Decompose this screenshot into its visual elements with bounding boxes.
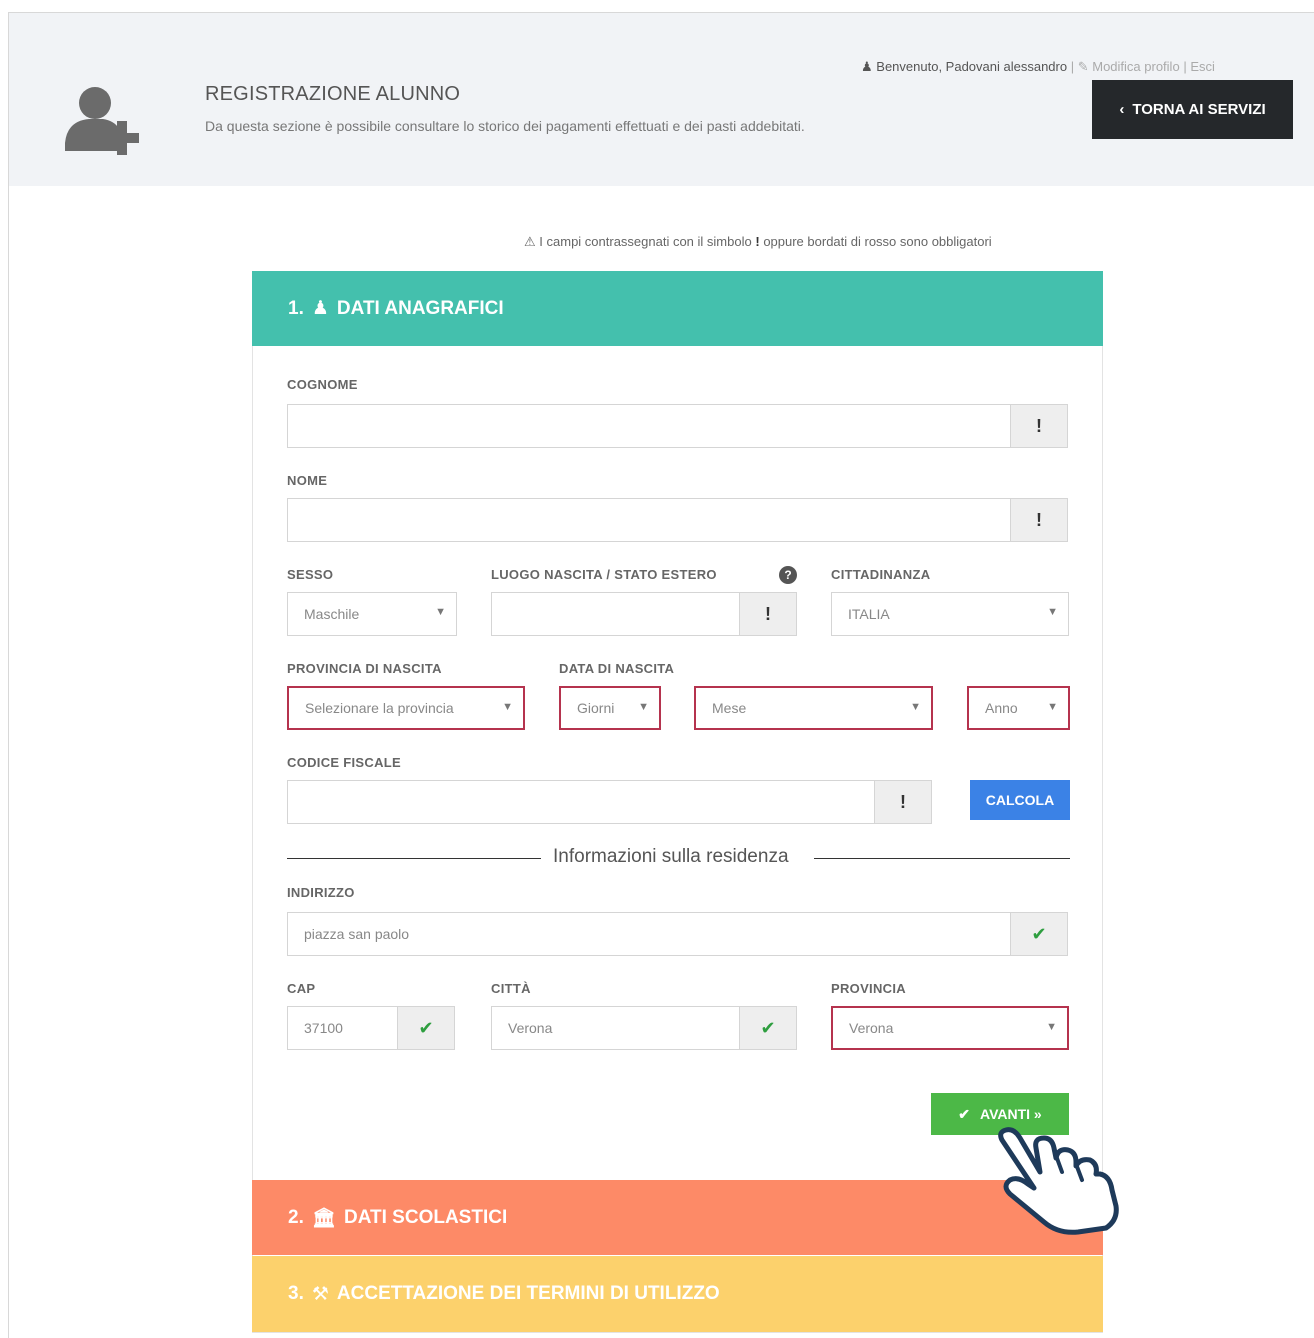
check-icon: ✔: [760, 1017, 776, 1038]
required-note-prefix: I campi contrassegnati con il simbolo: [539, 234, 752, 249]
cap-valid-addon: ✔: [397, 1006, 455, 1050]
cap-input[interactable]: [304, 1007, 398, 1049]
caret-down-icon: ▼: [435, 606, 446, 618]
citta-input[interactable]: [508, 1007, 740, 1049]
sesso-label: SESSO: [287, 567, 334, 582]
caret-down-icon: ▼: [1047, 606, 1058, 618]
cittadinanza-value: ITALIA: [848, 606, 890, 622]
codice-fiscale-field[interactable]: [287, 780, 876, 824]
edit-profile-link[interactable]: Modifica profilo: [1092, 59, 1179, 74]
citta-label: CITTÀ: [491, 981, 531, 996]
pointing-hand-icon: [998, 1127, 1119, 1235]
codice-fiscale-required-addon: !: [874, 780, 932, 824]
caret-down-icon: ▼: [1047, 701, 1058, 713]
giorno-value: Giorni: [577, 700, 615, 716]
giorno-select[interactable]: Giorni ▼: [559, 686, 661, 730]
luogo-input[interactable]: [508, 593, 740, 635]
section-number: 3.: [288, 1283, 304, 1304]
cittadinanza-label: CITTADINANZA: [831, 567, 931, 582]
section-title: DATI SCOLASTICI: [343, 1206, 508, 1228]
residence-title: Informazioni sulla residenza: [553, 846, 789, 867]
mese-select[interactable]: Mese ▼: [694, 686, 933, 730]
person-icon: ♟: [311, 298, 329, 319]
codice-fiscale-input[interactable]: [304, 781, 875, 823]
indirizzo-input[interactable]: [304, 913, 1010, 955]
check-icon: ✔: [958, 1105, 970, 1122]
residence-divider: Informazioni sulla residenza: [287, 846, 1070, 870]
required-note-suffix: oppure bordati di rosso sono obbligatori: [763, 234, 992, 249]
check-icon: ✔: [1031, 923, 1047, 944]
indirizzo-label: INDIRIZZO: [287, 885, 355, 900]
anno-select[interactable]: Anno ▼: [967, 686, 1070, 730]
page-title: REGISTRAZIONE ALUNNO: [205, 83, 461, 105]
back-to-services-label: TORNA AI SERVIZI: [1132, 101, 1266, 118]
cognome-field[interactable]: [287, 404, 1011, 448]
required-fields-note: ⚠ I campi contrassegnati con il simbolo …: [524, 234, 992, 250]
citta-valid-addon: ✔: [739, 1006, 797, 1050]
citta-field[interactable]: [491, 1006, 741, 1050]
back-to-services-button[interactable]: ‹ TORNA AI SERVIZI: [1092, 80, 1293, 139]
sesso-value: Maschile: [304, 606, 360, 622]
page-header: REGISTRAZIONE ALUNNO Da questa sezione è…: [9, 13, 1314, 186]
user-bar: ♟ Benvenuto, Padovani alessandro | ✎ Mod…: [861, 59, 1215, 74]
mese-value: Mese: [712, 700, 747, 716]
section-number: 2.: [288, 1206, 304, 1228]
section-title: DATI ANAGRAFICI: [336, 297, 504, 319]
help-icon[interactable]: ?: [779, 566, 797, 584]
provincia-nascita-value: Selezionare la provincia: [305, 700, 454, 716]
institution-icon: 🏛: [311, 1207, 336, 1229]
caret-down-icon: ▼: [502, 701, 513, 713]
codice-fiscale-label: CODICE FISCALE: [287, 755, 401, 770]
cittadinanza-select[interactable]: ITALIA ▼: [831, 592, 1069, 636]
warning-icon: ⚠: [524, 234, 536, 249]
welcome-text: Benvenuto, Padovani alessandro: [876, 59, 1068, 74]
chevron-left-icon: ‹: [1119, 101, 1125, 118]
nome-input[interactable]: [304, 499, 1010, 541]
user-icon: ♟: [861, 59, 873, 74]
luogo-required-addon: !: [739, 592, 797, 636]
section-number: 1.: [288, 297, 304, 319]
page-subtitle: Da questa sezione è possibile consultare…: [205, 118, 805, 134]
check-icon: ✔: [418, 1017, 434, 1038]
provincia-label: PROVINCIA: [831, 981, 906, 996]
nome-required-addon: !: [1010, 498, 1068, 542]
indirizzo-valid-addon: ✔: [1010, 912, 1068, 956]
luogo-field[interactable]: [491, 592, 741, 636]
gavel-icon: ⚒: [311, 1283, 329, 1305]
luogo-label: LUOGO NASCITA / STATO ESTERO: [491, 567, 717, 582]
indirizzo-field[interactable]: [287, 912, 1011, 956]
edit-icon: ✎: [1077, 59, 1089, 74]
cap-field[interactable]: [287, 1006, 399, 1050]
section-title: ACCETTAZIONE DEI TERMINI DI UTILIZZO: [336, 1283, 720, 1304]
cap-label: CAP: [287, 981, 316, 996]
sesso-select[interactable]: Maschile ▼: [287, 592, 457, 636]
caret-down-icon: ▼: [638, 701, 649, 713]
section-terms-header[interactable]: 3. ⚒ ACCETTAZIONE DEI TERMINI DI UTILIZZ…: [252, 1256, 1103, 1332]
cognome-required-addon: !: [1010, 404, 1068, 448]
add-user-icon: [65, 87, 139, 155]
section-school-data-header[interactable]: 2. 🏛 DATI SCOLASTICI: [252, 1180, 1103, 1255]
cognome-input[interactable]: [304, 405, 1010, 447]
anno-value: Anno: [985, 700, 1018, 716]
caret-down-icon: ▼: [1046, 1021, 1057, 1033]
calcola-button[interactable]: CALCOLA: [970, 780, 1070, 820]
data-nascita-label: DATA DI NASCITA: [559, 661, 675, 676]
provincia-nascita-select[interactable]: Selezionare la provincia ▼: [287, 686, 525, 730]
required-note-symbol: !: [755, 234, 760, 249]
provincia-value: Verona: [849, 1020, 894, 1036]
provincia-nascita-label: PROVINCIA DI NASCITA: [287, 661, 442, 676]
caret-down-icon: ▼: [910, 701, 921, 713]
cognome-label: COGNOME: [287, 377, 358, 392]
nome-field[interactable]: [287, 498, 1011, 542]
provincia-select[interactable]: Verona ▼: [831, 1006, 1069, 1050]
section-personal-data-header[interactable]: 1. ♟ DATI ANAGRAFICI: [252, 271, 1103, 346]
nome-label: NOME: [287, 473, 328, 488]
logout-link[interactable]: Esci: [1190, 59, 1215, 74]
